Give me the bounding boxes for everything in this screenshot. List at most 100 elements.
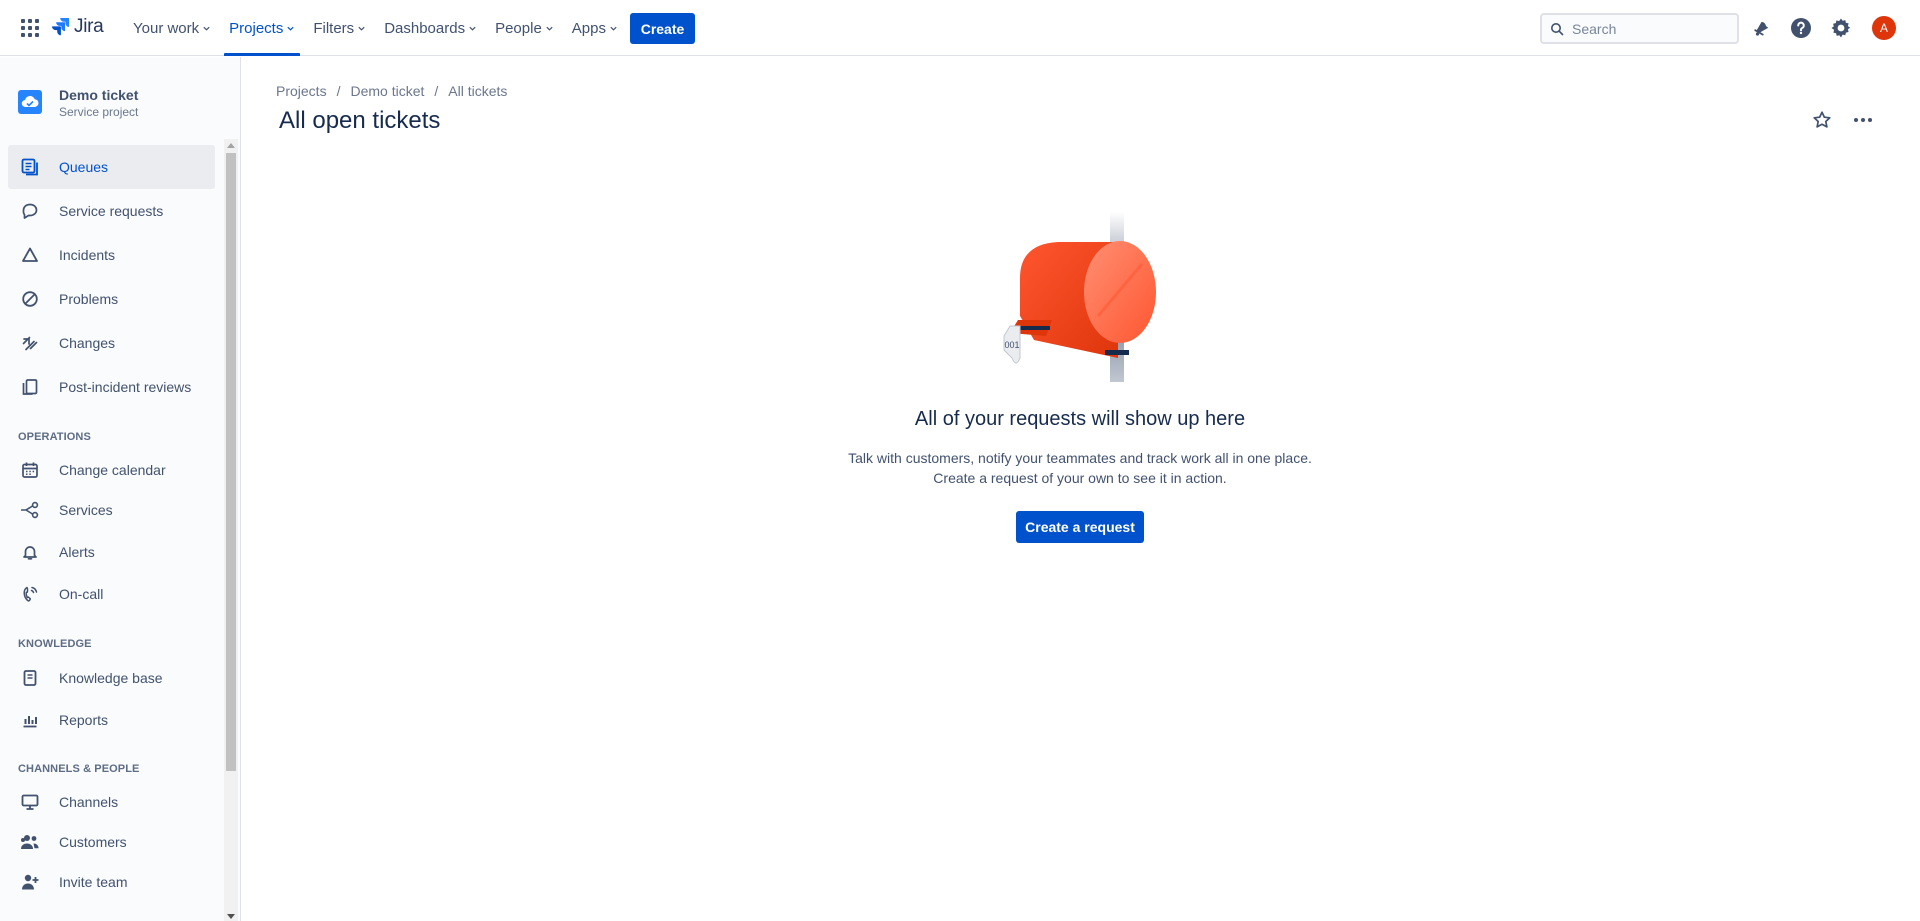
sidebar-item-incidents[interactable]: Incidents [8, 233, 215, 277]
nav-label: People [495, 19, 542, 37]
settings-icon[interactable] [1829, 16, 1853, 40]
sidebar-nav: Queues Service requests Incidents Proble… [8, 145, 215, 902]
project-name: Demo ticket [59, 87, 139, 103]
star-icon[interactable] [1810, 108, 1834, 132]
sidebar-item-label: Alerts [59, 544, 95, 560]
app-switcher-icon[interactable] [20, 18, 40, 38]
breadcrumb: Projects / Demo ticket / All tickets [276, 83, 508, 99]
nav-filters[interactable]: Filters [304, 0, 375, 56]
page-title: All open tickets [279, 107, 441, 134]
nav-your-work[interactable]: Your work [124, 0, 220, 56]
primary-nav: Your work Projects Filters Dashboards Pe… [124, 0, 627, 56]
help-icon[interactable] [1789, 16, 1813, 40]
sidebar-item-alerts[interactable]: Alerts [8, 530, 215, 574]
jira-logo-text: Jira [74, 16, 104, 37]
nav-apps[interactable]: Apps [563, 0, 627, 56]
mailbox-illustration: 001 [1003, 212, 1156, 382]
add-person-icon [20, 872, 40, 892]
chevron-down-icon [203, 26, 210, 31]
nav-people[interactable]: People [486, 0, 563, 56]
sidebar-item-services[interactable]: Services [8, 490, 215, 530]
project-sidebar: Demo ticket Service project Queues Servi… [0, 57, 241, 921]
nav-label: Filters [313, 19, 355, 37]
sidebar-scrollbar[interactable] [224, 139, 238, 921]
sidebar-item-label: On-call [59, 586, 104, 602]
sidebar-item-label: Post-incident reviews [59, 379, 192, 395]
triangle-icon [20, 245, 40, 265]
section-heading-channels: CHANNELS & PEOPLE [18, 763, 140, 775]
breadcrumb-projects[interactable]: Projects [276, 83, 327, 99]
breadcrumb-demo-ticket[interactable]: Demo ticket [350, 83, 424, 99]
sidebar-item-on-call[interactable]: On-call [8, 574, 215, 614]
more-actions-icon[interactable] [1851, 108, 1875, 132]
prohibited-icon [20, 289, 40, 309]
empty-state-title: All of your requests will show up here [914, 408, 1246, 430]
nav-label: Your work [133, 19, 200, 37]
sidebar-item-invite-team[interactable]: Invite team [8, 862, 215, 902]
sidebar-item-label: Customers [59, 834, 127, 850]
sidebar-item-label: Invite team [59, 874, 128, 890]
sidebar-item-label: Problems [59, 291, 119, 307]
sidebar-item-label: Incidents [59, 247, 116, 263]
documents-icon [20, 377, 40, 397]
empty-state-description: Talk with customers, notify your teammat… [0, 448, 1920, 488]
scroll-down-arrow[interactable] [227, 914, 235, 919]
book-icon [20, 668, 40, 688]
project-type: Service project [59, 105, 139, 119]
search-box[interactable] [1540, 13, 1739, 44]
sidebar-item-label: Queues [59, 159, 109, 175]
top-navigation: Jira Your work Projects Filters Dashboar… [0, 0, 1920, 56]
queues-icon [20, 157, 40, 177]
nav-label: Projects [229, 19, 284, 37]
sidebar-item-customers[interactable]: Customers [8, 822, 215, 862]
sidebar-item-label: Services [59, 502, 113, 518]
phone-icon [20, 584, 40, 604]
chevron-down-icon [287, 26, 294, 31]
sidebar-item-label: Reports [59, 712, 109, 728]
sidebar-item-changes[interactable]: Changes [8, 321, 215, 365]
create-request-button[interactable]: Create a request [1016, 511, 1144, 543]
bell-icon [20, 542, 40, 562]
empty-state-description-line1: Talk with customers, notify your teammat… [848, 450, 1312, 466]
jira-logo-icon [52, 18, 70, 36]
project-header[interactable]: Demo ticket Service project [18, 87, 138, 120]
search-input[interactable] [1572, 20, 1722, 37]
search-icon [1551, 22, 1564, 35]
breadcrumb-all-tickets[interactable]: All tickets [448, 83, 507, 99]
sidebar-item-problems[interactable]: Problems [8, 277, 215, 321]
chevron-down-icon [358, 26, 365, 31]
nav-label: Apps [571, 19, 606, 37]
sidebar-item-reports[interactable]: Reports [8, 699, 215, 741]
jira-logo[interactable]: Jira [52, 16, 104, 38]
nav-projects[interactable]: Projects [220, 0, 304, 56]
mailbox-label: 001 [1004, 340, 1019, 350]
nav-dashboards[interactable]: Dashboards [375, 0, 486, 56]
sidebar-item-service-requests[interactable]: Service requests [8, 189, 215, 233]
sidebar-item-label: Channels [59, 794, 119, 810]
sidebar-item-label: Service requests [59, 203, 164, 219]
chevron-down-icon [469, 26, 476, 31]
nav-label: Dashboards [384, 19, 466, 37]
section-heading-knowledge: KNOWLEDGE [18, 638, 92, 650]
sidebar-item-knowledge-base[interactable]: Knowledge base [8, 657, 215, 699]
project-avatar-icon [18, 90, 42, 114]
sidebar-item-queues[interactable]: Queues [8, 145, 215, 189]
sidebar-item-label: Changes [59, 335, 116, 351]
scroll-up-arrow[interactable] [227, 143, 235, 148]
notifications-icon[interactable] [1749, 16, 1773, 40]
empty-state-description-line2: Create a request of your own to see it i… [933, 470, 1227, 486]
sidebar-item-channels[interactable]: Channels [8, 782, 215, 822]
sidebar-item-label: Knowledge base [59, 670, 163, 686]
services-icon [20, 500, 40, 520]
chevron-down-icon [610, 26, 617, 31]
speech-bubble-icon [20, 201, 40, 221]
changes-icon [20, 333, 40, 353]
bar-chart-icon [20, 710, 40, 730]
section-heading-operations: OPERATIONS [18, 431, 91, 443]
sidebar-item-post-incident-reviews[interactable]: Post-incident reviews [8, 365, 215, 409]
create-button[interactable]: Create [630, 13, 695, 44]
chevron-down-icon [546, 26, 553, 31]
user-avatar[interactable]: A [1872, 16, 1896, 40]
monitor-icon [20, 792, 40, 812]
people-icon [20, 832, 40, 852]
